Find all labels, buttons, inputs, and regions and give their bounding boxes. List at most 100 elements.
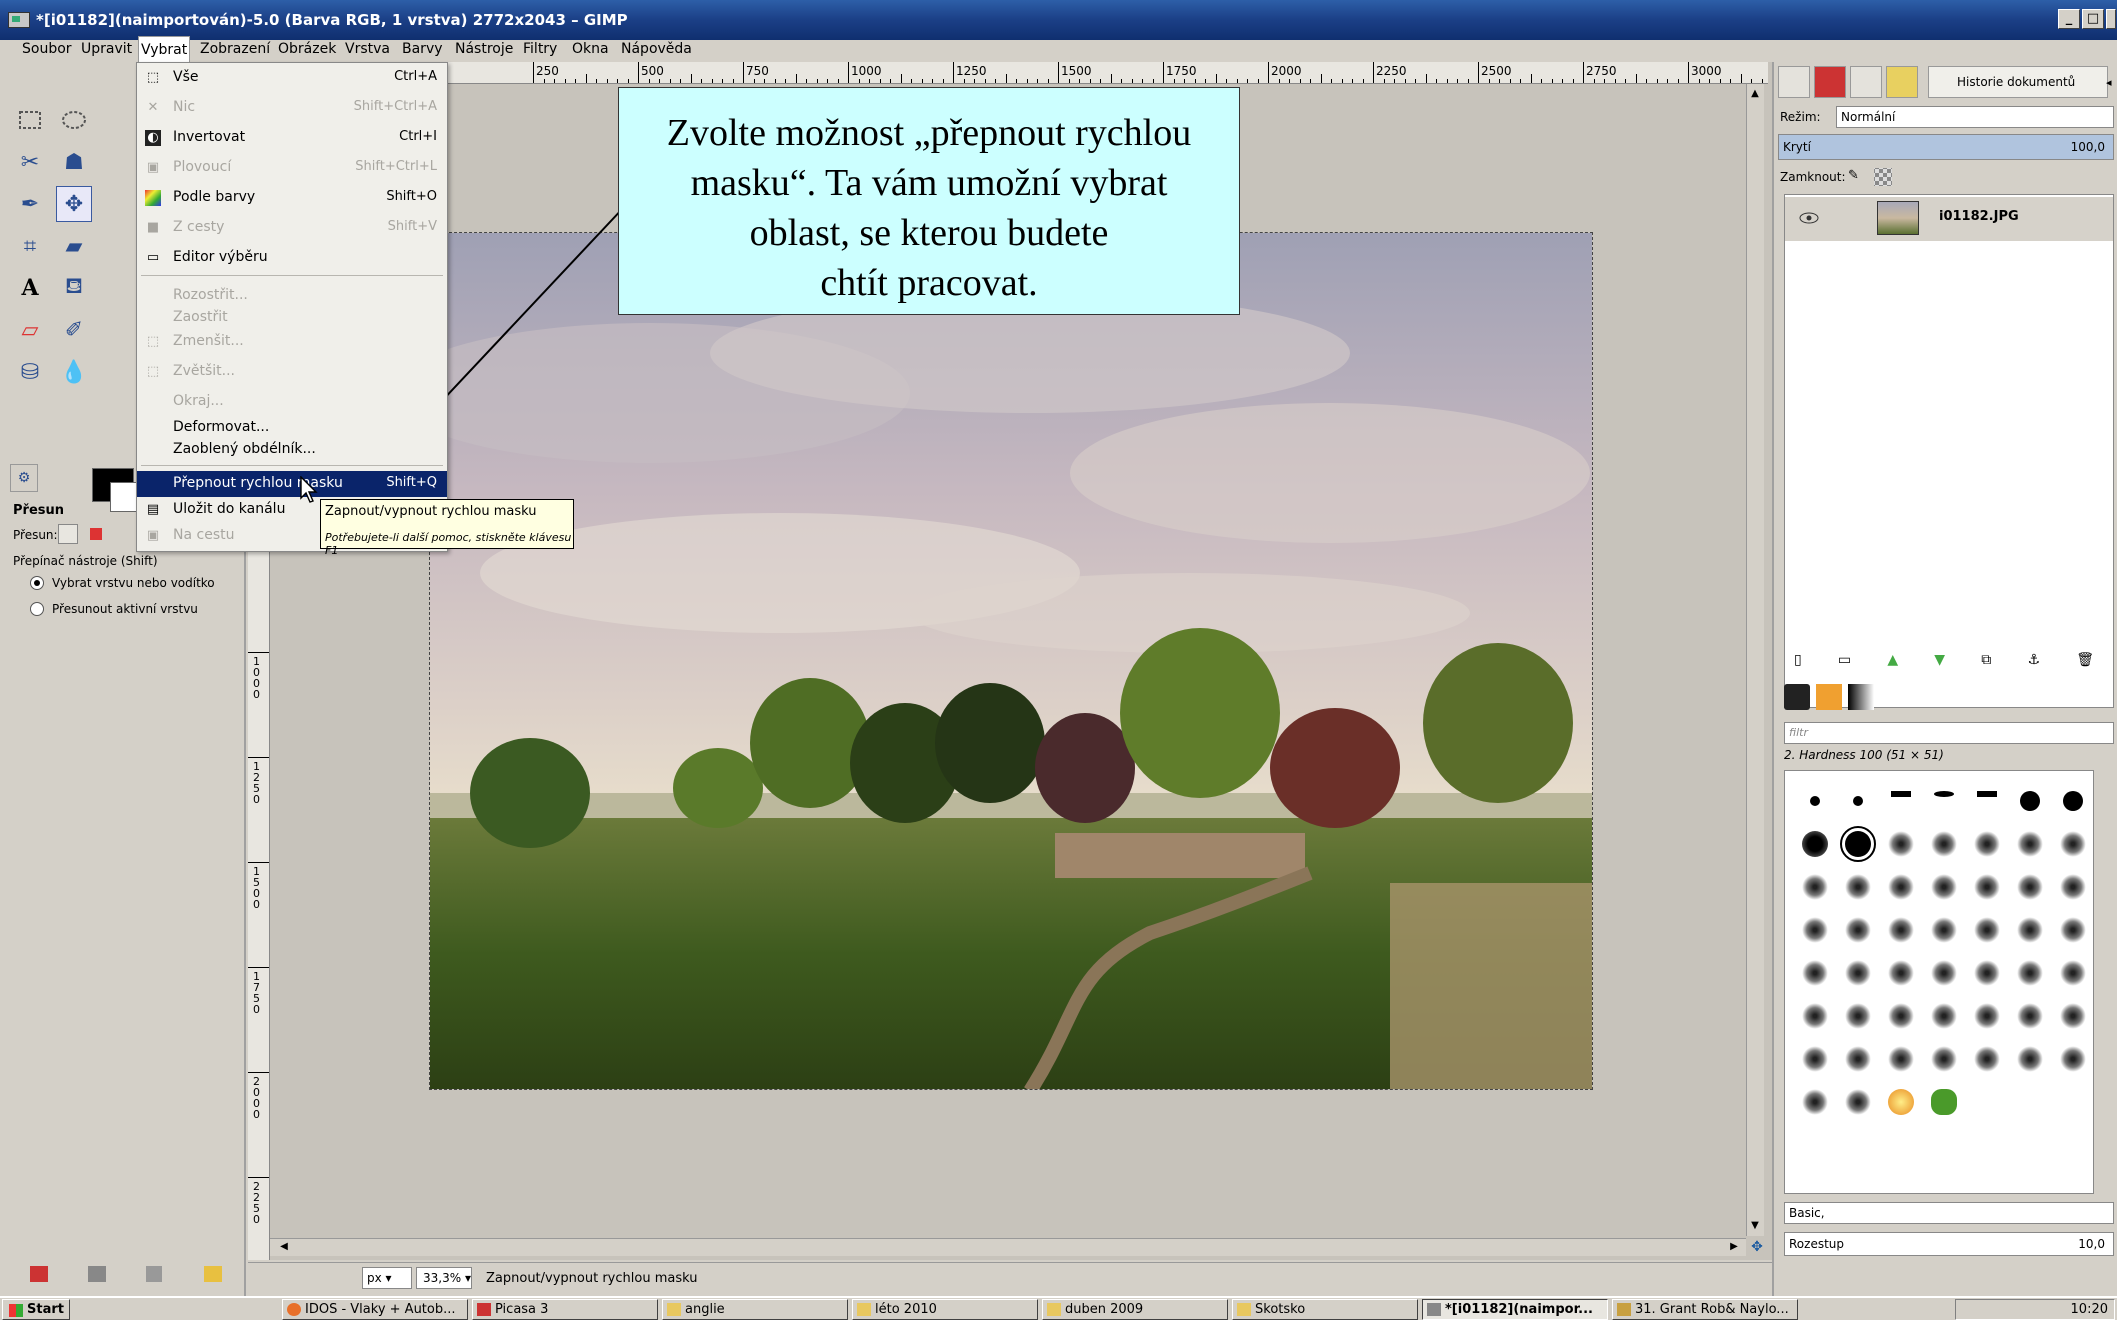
brush-thumbnail[interactable]: [2019, 790, 2040, 811]
brush-thumbnail[interactable]: [1801, 959, 1828, 986]
lower-layer-icon[interactable]: ▼: [1934, 652, 1945, 672]
brush-thumbnail[interactable]: [2059, 959, 2086, 986]
foreground-select-tool-icon[interactable]: ☗: [56, 144, 92, 180]
radio-move-active-layer[interactable]: [30, 602, 44, 616]
menu-zobrazeni[interactable]: Zobrazení: [198, 36, 272, 62]
menu-item-shrink[interactable]: ⬚ Zmenšit...: [137, 329, 447, 355]
brush-thumbnail[interactable]: [1973, 1045, 2000, 1072]
task-idos[interactable]: IDOS - Vlaky + Autob...: [282, 1299, 468, 1320]
move-selection-mode-icon[interactable]: [90, 528, 102, 540]
menu-filtry[interactable]: Filtry: [521, 36, 559, 62]
clock[interactable]: 10:20: [2071, 1302, 2108, 1317]
brush-thumbnail[interactable]: [1973, 959, 2000, 986]
horizontal-scrollbar[interactable]: ◀ ▶: [270, 1238, 1746, 1256]
brush-thumbnail[interactable]: [2016, 830, 2043, 857]
brush-thumbnail[interactable]: [1930, 1088, 1957, 1115]
visibility-eye-icon[interactable]: [1799, 211, 1819, 225]
menu-item-sharpen[interactable]: Zaostřit: [137, 305, 447, 331]
menu-item-select-all[interactable]: ⬚ Vše Ctrl+A: [137, 65, 447, 91]
airbrush-tool-icon[interactable]: ✐: [56, 312, 92, 348]
brush-thumbnail[interactable]: [1973, 873, 2000, 900]
menu-item-float[interactable]: ▣ Plovoucí Shift+Ctrl+L: [137, 155, 447, 181]
brush-thumbnail[interactable]: [2059, 1002, 2086, 1029]
navigate-icon[interactable]: ✥: [1748, 1238, 1766, 1256]
menu-barvy[interactable]: Barvy: [400, 36, 445, 62]
tab-paths[interactable]: [1850, 66, 1882, 98]
brush-thumbnail[interactable]: [2016, 916, 2043, 943]
anchor-layer-icon[interactable]: ⚓: [2027, 652, 2040, 672]
clone-tool-icon[interactable]: ⛁: [12, 354, 48, 390]
layer-name[interactable]: i01182.JPG: [1939, 209, 2019, 224]
lock-alpha-icon[interactable]: [1874, 168, 1892, 186]
unit-select[interactable]: px ▾: [362, 1267, 412, 1289]
brush-thumbnail[interactable]: [1852, 795, 1863, 806]
brush-thumbnail[interactable]: [1930, 873, 1957, 900]
eraser-tool-icon[interactable]: ▱: [12, 312, 48, 348]
brush-thumbnail[interactable]: [2059, 916, 2086, 943]
brush-thumbnail[interactable]: [1973, 1002, 2000, 1029]
task-grant[interactable]: 31. Grant Rob& Naylo...: [1612, 1299, 1798, 1320]
brush-thumbnail[interactable]: [2016, 1002, 2043, 1029]
menu-item-toggle-quick-mask[interactable]: Přepnout rychlou masku Shift+Q: [137, 471, 447, 497]
minimize-button[interactable]: _: [2058, 9, 2080, 29]
close-button[interactable]: [2106, 9, 2116, 29]
duplicate-layer-icon[interactable]: ⧉: [1981, 652, 1991, 672]
move-tool-icon[interactable]: ✥: [56, 186, 92, 222]
brush-thumbnail[interactable]: [1801, 1045, 1828, 1072]
menu-item-invert[interactable]: ◐ Invertovat Ctrl+I: [137, 125, 447, 151]
brush-thumbnail[interactable]: [2016, 873, 2043, 900]
brush-thumbnail[interactable]: [1801, 830, 1828, 857]
tab-undo[interactable]: [1886, 66, 1918, 98]
scroll-right-button[interactable]: ▶: [1726, 1239, 1742, 1255]
menu-item-rounded-rectangle[interactable]: Zaoblený obdélník...: [137, 437, 447, 463]
menu-okna[interactable]: Okna: [570, 36, 611, 62]
save-options-icon[interactable]: [30, 1266, 48, 1282]
shear-tool-icon[interactable]: ▰: [56, 228, 92, 264]
brush-thumbnail[interactable]: [1887, 873, 1914, 900]
brush-thumbnail[interactable]: [1801, 1002, 1828, 1029]
reset-options-icon[interactable]: [204, 1266, 222, 1282]
raise-layer-icon[interactable]: ▲: [1887, 652, 1898, 672]
brush-thumbnail[interactable]: [1887, 959, 1914, 986]
delete-layer-icon[interactable]: 🗑: [2076, 652, 2094, 672]
radio-pick-layer[interactable]: [30, 576, 44, 590]
brush-thumbnail[interactable]: [1801, 916, 1828, 943]
menu-vybrat[interactable]: Vybrat: [138, 36, 191, 62]
brush-thumbnail[interactable]: [1930, 959, 1957, 986]
dock-menu-icon[interactable]: ◂: [2106, 76, 2112, 89]
scroll-down-button[interactable]: ▼: [1747, 1218, 1763, 1234]
brush-thumbnail[interactable]: [1930, 916, 1957, 943]
new-group-icon[interactable]: ▭: [1838, 652, 1851, 672]
brush-thumbnail[interactable]: [2059, 1045, 2086, 1072]
task-skotsko[interactable]: Skotsko: [1232, 1299, 1418, 1320]
brush-thumbnail[interactable]: [1976, 790, 1997, 797]
brush-thumbnail[interactable]: [1887, 1045, 1914, 1072]
brush-thumbnail[interactable]: [1887, 830, 1914, 857]
bucket-fill-tool-icon[interactable]: ⛾: [56, 270, 92, 306]
start-button[interactable]: Start: [2, 1299, 70, 1320]
menu-item-select-none[interactable]: ✕ Nic Shift+Ctrl+A: [137, 95, 447, 121]
menu-item-from-path[interactable]: ■ Z cesty Shift+V: [137, 215, 447, 241]
blur-tool-icon[interactable]: 💧: [56, 354, 92, 390]
scroll-left-button[interactable]: ◀: [276, 1239, 292, 1255]
brush-thumbnail[interactable]: [1930, 1045, 1957, 1072]
tab-channels[interactable]: [1814, 66, 1846, 98]
menu-item-grow[interactable]: ⬚ Zvětšit...: [137, 359, 447, 385]
crop-tool-icon[interactable]: ⌗: [12, 228, 48, 264]
tool-options-icon[interactable]: ⚙: [10, 464, 38, 492]
maximize-button[interactable]: □: [2082, 9, 2104, 29]
menu-item-by-color[interactable]: Podle barvy Shift+O: [137, 185, 447, 211]
brush-preset-select[interactable]: Basic,: [1784, 1202, 2114, 1224]
menu-soubor[interactable]: Soubor: [20, 36, 74, 62]
brush-thumbnail[interactable]: [1801, 1088, 1828, 1115]
new-layer-icon[interactable]: ▯: [1794, 652, 1802, 672]
brush-thumbnail[interactable]: [1887, 1088, 1914, 1115]
task-leto-2010[interactable]: léto 2010: [852, 1299, 1038, 1320]
restore-options-icon[interactable]: [88, 1266, 106, 1282]
brush-thumbnail[interactable]: [1844, 873, 1871, 900]
brush-filter-input[interactable]: filtr: [1784, 722, 2114, 744]
task-anglie[interactable]: anglie: [662, 1299, 848, 1320]
task-picasa[interactable]: Picasa 3: [472, 1299, 658, 1320]
lock-pixels-icon[interactable]: ✎: [1848, 168, 1866, 186]
menu-item-border[interactable]: Okraj...: [137, 389, 447, 415]
